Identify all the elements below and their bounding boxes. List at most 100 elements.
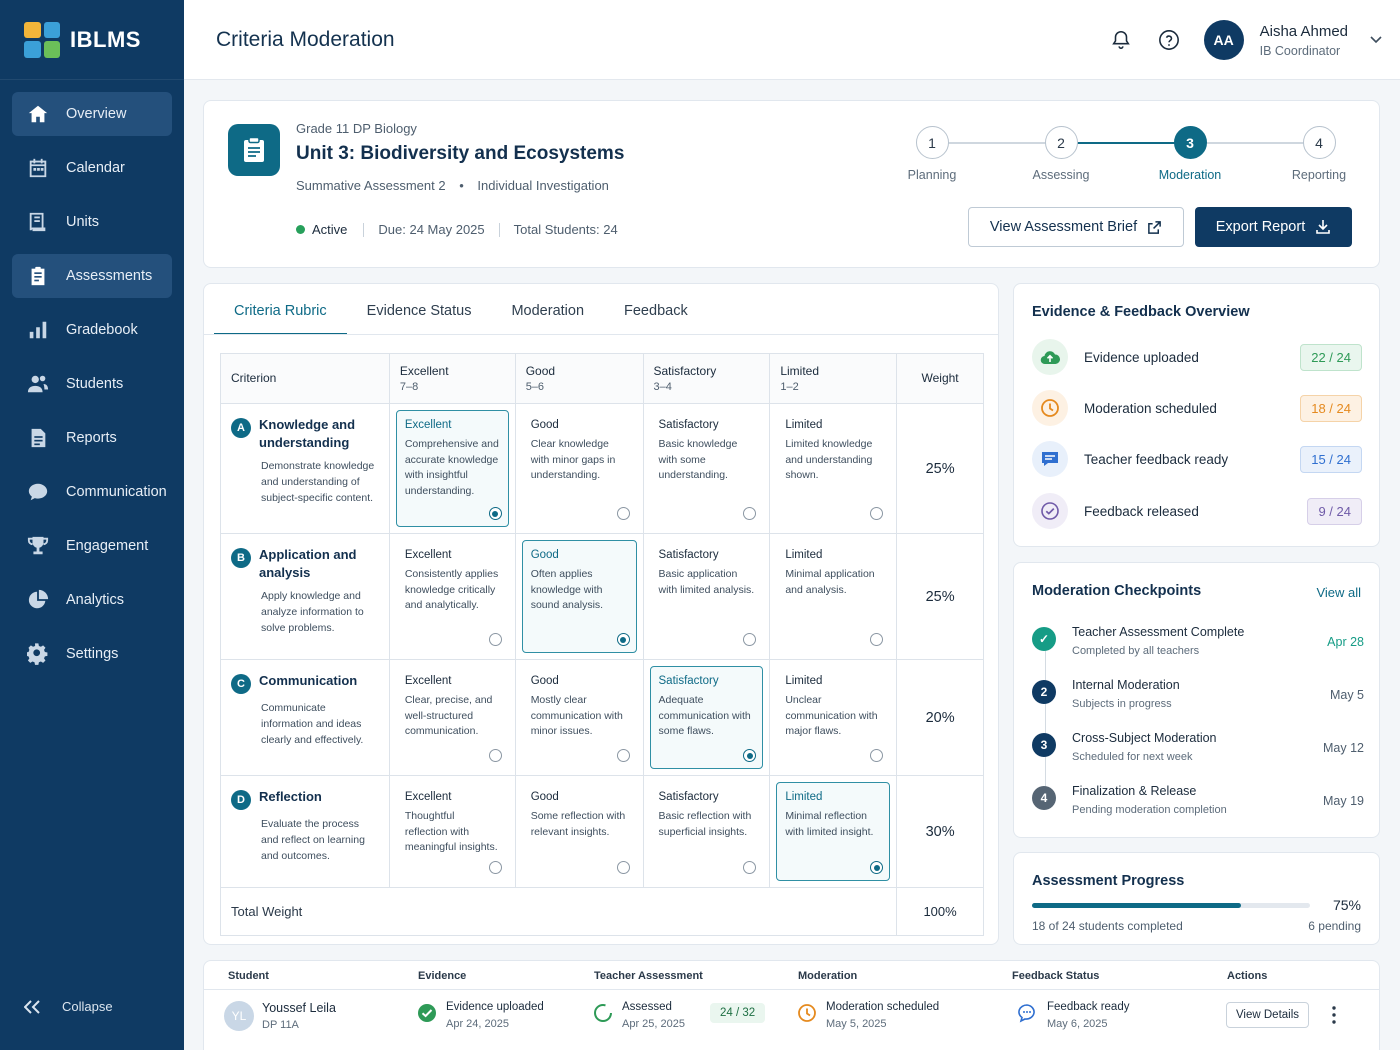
avatar[interactable]: AA (1203, 20, 1244, 60)
view-assessment-brief-button[interactable]: View Assessment Brief (968, 207, 1184, 247)
checkpoint-item[interactable]: 2 Internal Moderation Subjects in progress… (1032, 678, 1364, 718)
level-option[interactable]: Excellent Comprehensive and accurate know… (395, 410, 509, 527)
level-radio[interactable] (743, 507, 757, 520)
view-all-link[interactable]: View all (1316, 585, 1361, 600)
tab-criteria-rubric[interactable]: Criteria Rubric (214, 284, 347, 335)
level-radio[interactable] (870, 861, 884, 874)
level-cell[interactable]: Good Often applies knowledge with sound a… (514, 533, 644, 660)
level-cell[interactable]: Satisfactory Basic knowledge with some un… (642, 403, 771, 534)
sidebar-item-units[interactable]: Units (12, 200, 172, 244)
level-cell[interactable]: Good Clear knowledge with minor gaps in u… (514, 403, 644, 534)
level-option[interactable]: Satisfactory Adequate communication with … (649, 666, 764, 769)
level-option[interactable]: Satisfactory Basic reflection with superf… (650, 782, 764, 881)
level-option[interactable]: Limited Limited knowledge and understandi… (776, 410, 890, 527)
sidebar-item-analytics[interactable]: Analytics (12, 578, 172, 622)
level-radio[interactable] (743, 749, 757, 762)
more-options-icon[interactable] (1329, 1005, 1339, 1025)
tab-evidence-status[interactable]: Evidence Status (347, 284, 492, 334)
level-radio[interactable] (870, 507, 884, 520)
tab-moderation[interactable]: Moderation (491, 284, 604, 334)
level-title: Limited (785, 675, 823, 687)
criterion-cell: A Knowledge and understanding Demonstrate … (220, 403, 390, 534)
sidebar-item-assessments[interactable]: Assessments (12, 254, 172, 298)
chevron-down-icon[interactable] (1370, 36, 1382, 44)
level-radio[interactable] (870, 633, 884, 646)
level-radio[interactable] (616, 749, 630, 762)
student-name[interactable]: Youssef Leila (262, 1001, 336, 1015)
level-option[interactable]: Excellent Thoughtful reflection with mean… (396, 782, 509, 881)
collapse-button[interactable]: Collapse (24, 999, 113, 1014)
checkpoint-item[interactable]: 4 Finalization & Release Pending moderatio… (1032, 784, 1364, 824)
step-moderation[interactable]: 3 Moderation (1142, 126, 1238, 182)
sidebar-item-engagement[interactable]: Engagement (12, 524, 172, 568)
evidence-overview-item[interactable]: Feedback released 9 / 24 (1032, 493, 1362, 529)
level-radio[interactable] (870, 749, 884, 762)
export-report-button[interactable]: Export Report (1195, 207, 1352, 247)
sidebar-item-overview[interactable]: Overview (12, 92, 172, 136)
level-radio[interactable] (616, 507, 630, 520)
level-cell[interactable]: Excellent Clear, precise, and well-struct… (388, 659, 516, 776)
step-planning[interactable]: 1 Planning (884, 126, 980, 182)
level-radio[interactable] (488, 633, 502, 646)
level-radio[interactable] (616, 633, 630, 646)
level-option[interactable]: Good Some reflection with relevant insigh… (522, 782, 637, 881)
level-cell[interactable]: Limited Unclear communication with major … (769, 659, 898, 776)
level-cell[interactable]: Good Some reflection with relevant insigh… (514, 775, 644, 888)
level-cell[interactable]: Satisfactory Adequate communication with … (642, 659, 771, 776)
level-option[interactable]: Limited Minimal application and analysis. (776, 540, 890, 653)
level-option[interactable]: Good Often applies knowledge with sound a… (521, 540, 637, 653)
level-description: Clear, precise, and well-structured comm… (404, 694, 493, 737)
column-header: Student (228, 970, 269, 982)
evidence-overview-item[interactable]: Teacher feedback ready 15 / 24 (1032, 441, 1362, 477)
level-cell[interactable]: Good Mostly clear communication with mino… (514, 659, 644, 776)
level-radio[interactable] (488, 507, 502, 520)
level-radio[interactable] (488, 749, 502, 762)
level-radio[interactable] (743, 633, 757, 646)
level-cell[interactable]: Limited Minimal reflection with limited i… (769, 775, 898, 888)
checkpoint-item[interactable]: 3 Cross-Subject Moderation Scheduled for n… (1032, 731, 1364, 771)
level-option[interactable]: Limited Unclear communication with major … (776, 666, 890, 769)
step-label: Moderation (1158, 168, 1222, 182)
level-radio[interactable] (488, 861, 502, 874)
level-option[interactable]: Excellent Consistently applies knowledge … (396, 540, 509, 653)
user-info[interactable]: Aisha Ahmed IB Coordinator (1260, 23, 1348, 58)
level-cell[interactable]: Excellent Comprehensive and accurate know… (388, 403, 516, 534)
level-cell[interactable]: Excellent Consistently applies knowledge … (388, 533, 516, 660)
evidence-overview-label: Evidence uploaded (1084, 349, 1199, 365)
step-reporting[interactable]: 4 Reporting (1271, 126, 1367, 182)
table-row[interactable]: YL Youssef Leila DP 11A Evidence uploade… (204, 991, 1379, 1050)
brand[interactable]: IBLMS (0, 0, 184, 80)
level-title: Satisfactory (658, 419, 719, 431)
checkpoint-title: Internal Moderation (1072, 678, 1180, 692)
level-cell[interactable]: Limited Minimal application and analysis. (769, 533, 898, 660)
evidence-overview-item[interactable]: Moderation scheduled 18 / 24 (1032, 390, 1362, 426)
sidebar-item-students[interactable]: Students (12, 362, 172, 406)
level-title: Limited (785, 791, 823, 803)
level-cell[interactable]: Excellent Thoughtful reflection with mean… (388, 775, 516, 888)
level-radio[interactable] (616, 861, 630, 874)
help-icon[interactable] (1156, 27, 1182, 53)
level-header: Limited 1–2 (769, 353, 898, 404)
level-cell[interactable]: Limited Limited knowledge and understandi… (769, 403, 898, 534)
criterion-name: Reflection (259, 789, 322, 804)
level-option[interactable]: Excellent Clear, precise, and well-struct… (396, 666, 509, 769)
view-details-button[interactable]: View Details (1226, 1002, 1309, 1028)
level-option[interactable]: Limited Minimal reflection with limited i… (776, 782, 891, 881)
evidence-overview-item[interactable]: Evidence uploaded 22 / 24 (1032, 339, 1362, 375)
checkpoint-item[interactable]: ✓ Teacher Assessment Complete Completed by… (1032, 625, 1364, 665)
step-assessing[interactable]: 2 Assessing (1013, 126, 1109, 182)
tab-feedback[interactable]: Feedback (604, 284, 708, 334)
sidebar-item-communication[interactable]: Communication (12, 470, 172, 514)
level-option[interactable]: Satisfactory Basic knowledge with some un… (650, 410, 764, 527)
level-radio[interactable] (743, 861, 757, 874)
level-cell[interactable]: Satisfactory Basic reflection with superf… (642, 775, 771, 888)
level-option[interactable]: Good Mostly clear communication with mino… (522, 666, 637, 769)
level-option[interactable]: Good Clear knowledge with minor gaps in u… (522, 410, 637, 527)
bell-icon[interactable] (1108, 27, 1134, 53)
sidebar-item-gradebook[interactable]: Gradebook (12, 308, 172, 352)
sidebar-item-settings[interactable]: Settings (12, 632, 172, 676)
sidebar-item-reports[interactable]: Reports (12, 416, 172, 460)
level-cell[interactable]: Satisfactory Basic application with limit… (642, 533, 771, 660)
level-option[interactable]: Satisfactory Basic application with limit… (650, 540, 764, 653)
sidebar-item-calendar[interactable]: Calendar (12, 146, 172, 190)
